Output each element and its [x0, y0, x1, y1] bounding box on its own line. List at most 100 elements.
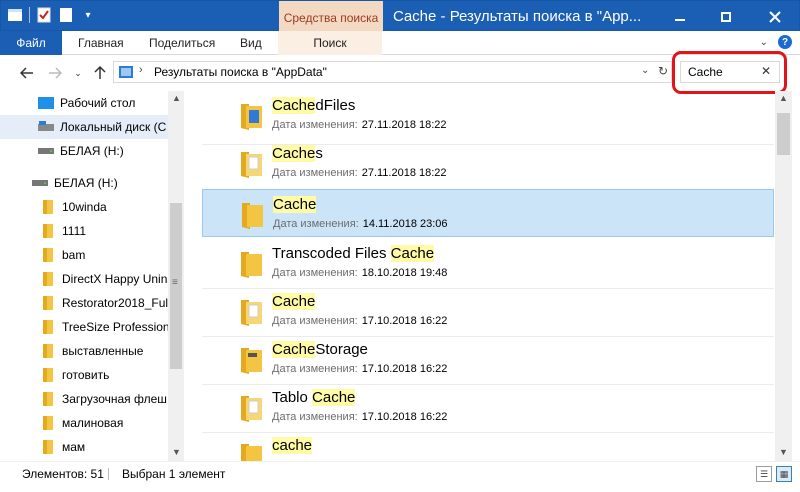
tab-home[interactable]: Главная [78, 31, 124, 55]
forward-arrow-icon [49, 67, 62, 79]
maximize-icon [721, 11, 731, 22]
navigation-pane: Рабочий стол Локальный диск (C БЕЛАЯ (H:… [0, 91, 184, 461]
chevron-down-icon[interactable]: ▾ [80, 7, 96, 23]
result-name: Transcoded Files Cache [272, 245, 435, 262]
tab-view[interactable]: Вид [240, 31, 262, 55]
tab-file[interactable]: Файл [0, 31, 62, 55]
context-tab-group: Средства поиска [279, 1, 383, 32]
forward-button[interactable] [46, 64, 64, 82]
result-date: Дата изменения: 17.10.2018 16:22 [272, 363, 448, 375]
up-button[interactable] [91, 64, 109, 82]
scroll-up-icon[interactable]: ▲ [779, 93, 788, 103]
result-row[interactable]: CachedFiles Дата изменения: 27.11.2018 18… [202, 91, 774, 139]
result-name: Tablo Cache [272, 389, 356, 406]
nav-item-folder[interactable]: Загрузочная флеш [0, 387, 168, 411]
navigation-pane-scrollbar[interactable]: ▲ ≡ ▼ [168, 91, 184, 461]
nav-item-usb-drive[interactable]: БЕЛАЯ (H:) [0, 139, 168, 163]
nav-item-folder[interactable]: bam [0, 243, 168, 267]
address-bar[interactable]: › Результаты поиска в "AppData" ⌄ ↻ [113, 61, 672, 83]
result-row[interactable]: Cache Дата изменения: 17.10.2018 16:22 [202, 287, 774, 335]
help-icon[interactable]: ? [778, 35, 792, 49]
folder-files-icon [238, 149, 266, 179]
nav-item-folder[interactable]: DirectX Happy Unins [0, 267, 168, 291]
minimize-icon [675, 18, 685, 21]
usb-drive-icon [38, 143, 54, 159]
result-row[interactable]: Tablo Cache Дата изменения: 17.10.2018 16… [202, 383, 774, 431]
properties-icon[interactable] [36, 7, 52, 23]
result-row[interactable]: Transcoded Files Cache Дата изменения: 18… [202, 239, 774, 287]
status-bar: Элементов: 51 Выбран 1 элемент ☰ ▦ [0, 461, 800, 492]
nav-item-folder[interactable]: мам [0, 435, 168, 459]
nav-item-local-disk[interactable]: Локальный диск (C [0, 115, 168, 139]
search-results-icon [118, 65, 134, 82]
folder-icon [40, 367, 56, 383]
close-icon [769, 10, 781, 23]
results-scrollbar[interactable]: ▲ ▼ [775, 91, 792, 461]
scrollbar-thumb[interactable] [777, 113, 790, 155]
nav-item-usb-drive-expanded[interactable]: БЕЛАЯ (H:) [0, 171, 168, 195]
folder-icon [40, 391, 56, 407]
nav-item-desktop[interactable]: Рабочий стол [0, 91, 168, 115]
tab-share[interactable]: Поделиться [149, 31, 215, 55]
back-button[interactable] [18, 64, 36, 82]
window-title: Cache - Результаты поиска в "App... [393, 8, 642, 25]
address-path: Результаты поиска в "AppData" [154, 65, 327, 79]
nav-item-folder[interactable]: выставленные [0, 339, 168, 363]
result-row[interactable]: cache [202, 431, 774, 461]
folder-icon [40, 295, 56, 311]
title-bar: ▾ Средства поиска Cache - Результаты пои… [0, 0, 800, 32]
result-name: Cache [272, 293, 316, 310]
result-row-selected[interactable]: Cache Дата изменения: 14.11.2018 23:06 [202, 189, 774, 237]
folder-icon [40, 415, 56, 431]
scroll-grip-icon: ≡ [172, 277, 178, 288]
recent-locations-chevron-icon[interactable]: ⌄ [69, 64, 87, 82]
folder-icon [238, 345, 266, 375]
result-row[interactable]: CacheStorage Дата изменения: 17.10.2018 1… [202, 335, 774, 383]
desktop-icon [38, 95, 54, 111]
large-icons-view-button[interactable]: ▦ [776, 466, 792, 482]
address-dropdown-icon[interactable]: ⌄ [641, 65, 649, 76]
quick-access-toolbar: ▾ [7, 7, 96, 23]
folder-icon [40, 247, 56, 263]
scroll-down-icon[interactable]: ▼ [172, 447, 181, 457]
folder-icon [40, 199, 56, 215]
scroll-down-icon[interactable]: ▼ [779, 447, 788, 457]
nav-item-folder[interactable]: TreeSize Professiona [0, 315, 168, 339]
folder-icon [40, 319, 56, 335]
details-view-icon: ☰ [759, 468, 769, 479]
result-date: Дата изменения: 17.10.2018 16:22 [272, 315, 448, 327]
refresh-icon[interactable]: ↻ [658, 64, 668, 78]
folder-icon [40, 343, 56, 359]
nav-item-folder[interactable]: 1111 [0, 219, 168, 243]
usb-drive-icon [32, 175, 48, 191]
close-button[interactable] [749, 1, 800, 32]
nav-item-folder[interactable]: готовить [0, 363, 168, 387]
folder-blue-icon [238, 101, 266, 131]
folder-icon [239, 200, 267, 230]
folder-icon [40, 223, 56, 239]
folder-files-icon [238, 393, 266, 423]
scroll-up-icon[interactable]: ▲ [172, 93, 181, 103]
folder-files-icon [238, 297, 266, 327]
result-date: Дата изменения: 14.11.2018 23:06 [273, 218, 448, 230]
result-name: CacheStorage [272, 341, 368, 358]
expand-ribbon-icon[interactable]: ⌄ [760, 37, 768, 48]
back-arrow-icon [20, 67, 33, 79]
nav-item-folder[interactable]: Restorator2018_Full_ [0, 291, 168, 315]
minimize-button[interactable] [657, 1, 703, 32]
item-count: Элементов: 51 [22, 467, 104, 481]
folder-icon [238, 441, 266, 461]
result-name: Cache [273, 196, 317, 213]
maximize-button[interactable] [703, 1, 749, 32]
result-date: Дата изменения: 18.10.2018 19:48 [272, 267, 448, 279]
new-folder-icon[interactable] [58, 7, 74, 23]
nav-item-folder[interactable]: 10winda [0, 195, 168, 219]
nav-item-folder[interactable]: малиновая [0, 411, 168, 435]
breadcrumb-chevron-icon[interactable]: › [139, 64, 143, 76]
search-results-list: CachedFiles Дата изменения: 27.11.2018 18… [190, 91, 774, 461]
details-view-button[interactable]: ☰ [756, 466, 772, 482]
result-row[interactable]: Caches Дата изменения: 27.11.2018 18:22 [202, 139, 774, 187]
tab-search[interactable]: Поиск [278, 31, 382, 55]
result-date: Дата изменения: 27.11.2018 18:22 [272, 119, 447, 131]
result-name: Caches [272, 145, 323, 162]
